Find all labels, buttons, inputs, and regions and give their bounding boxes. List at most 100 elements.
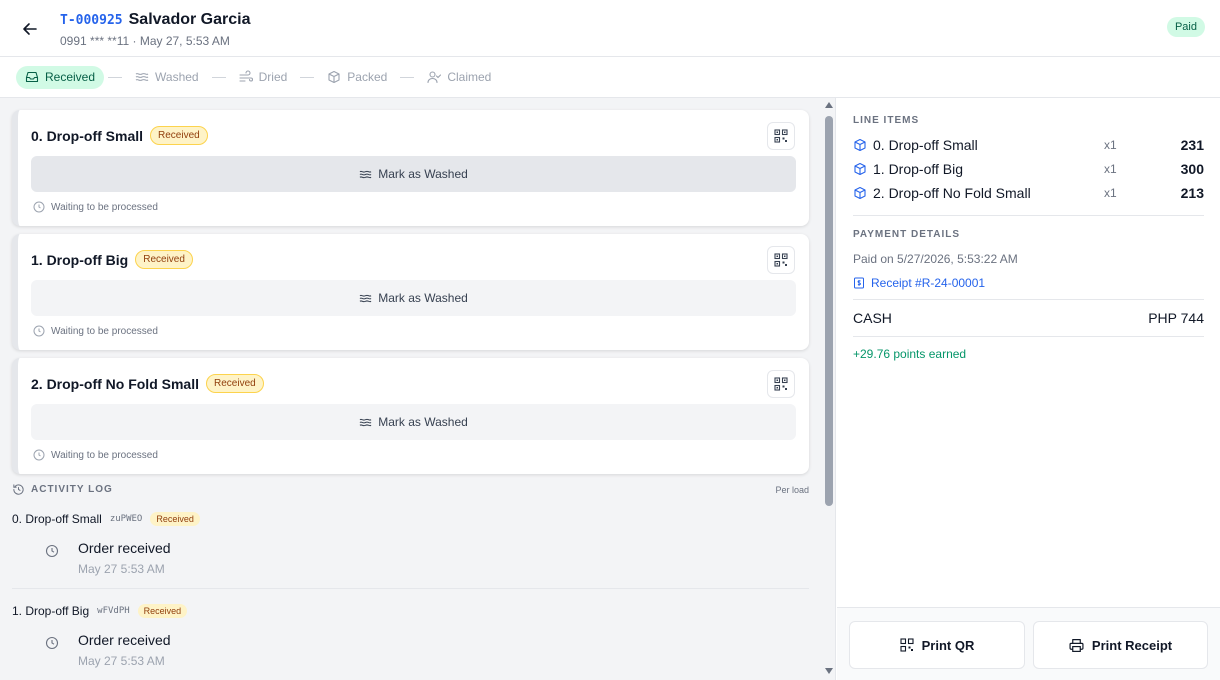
step-dried: Dried [230,66,297,89]
load-name: 1. Drop-off Big [31,251,129,268]
waves-icon [359,418,372,426]
line-item-name: 0. Drop-off Small [873,137,978,153]
package-icon [854,162,866,176]
button-label: Mark as Washed [378,415,468,429]
activity-group: 0. Drop-off Small zuPWEO Received Order … [12,512,809,582]
waves-icon [135,73,149,81]
log-load-code: wFVdPH [97,606,130,616]
button-label: Print Receipt [1091,637,1173,653]
log-load-code: zuPWEO [109,514,143,524]
log-entry: Order received May 27 5:53 AM [12,626,809,674]
order-subtitle: 0991 *** **11 · May 27, 5:53 AM [60,34,230,48]
load-note: Waiting to be processed [33,201,158,213]
qr-code-button[interactable] [767,370,795,398]
load-name: 0. Drop-off Small [31,127,144,144]
log-status-badge: Received [137,604,188,618]
step-claimed: Claimed [418,66,500,89]
qr-code-button[interactable] [767,246,795,274]
step-label: Washed [155,70,199,84]
user-check-icon [427,71,442,84]
clock-icon [45,636,59,650]
divider [12,588,809,589]
load-note: Waiting to be processed [33,449,158,461]
step-label: Dried [258,70,288,84]
wind-icon [239,70,253,82]
line-item: 2. Drop-off No Fold Small x1 213 [853,183,1204,203]
log-load-name: 1. Drop-off Big [12,604,90,618]
log-load-name: 0. Drop-off Small [12,512,102,526]
clock-icon [33,325,45,337]
log-status-badge: Received [150,512,200,526]
step-packed: Packed [318,66,396,89]
activity-group: 1. Drop-off Big wFVdPH Received Order re… [12,604,809,674]
payment-details-title: PAYMENT DETAILS [853,229,961,240]
page-title: T-000925 Salvador Garcia [60,11,250,29]
line-item-price: 231 [1180,137,1204,153]
customer-name: Salvador Garcia [128,11,251,28]
clock-icon [45,544,59,558]
waves-icon [359,170,372,178]
receipt-link-text: Receipt #R-24-00001 [871,276,986,290]
mark-as-washed-button[interactable]: Mark as Washed [31,280,796,316]
step-label: Packed [347,70,388,84]
order-summary-pane: LINE ITEMS 0. Drop-off Small x1 231 1. D… [837,98,1220,680]
line-item-name: 1. Drop-off Big [873,161,964,177]
mark-as-washed-button[interactable]: Mark as Washed [31,404,796,440]
package-icon [854,138,866,152]
qr-code-button[interactable] [767,122,795,150]
scrollbar[interactable] [822,98,836,680]
clock-icon [33,201,45,213]
paid-on-text: Paid on 5/27/2026, 5:53:22 AM [853,252,1018,266]
load-note: Waiting to be processed [33,325,158,337]
per-load-label: Per load [775,484,809,495]
qr-code-icon [774,377,788,391]
package-icon [854,186,866,200]
action-footer: Print QR Print Receipt [837,607,1220,680]
scroll-down-arrow[interactable] [825,668,833,674]
load-card: 1. Drop-off Big Received Mark as Washed … [12,234,809,350]
line-item-qty: x1 [1104,162,1117,176]
back-arrow-icon[interactable] [18,17,42,41]
header: T-000925 Salvador Garcia 0991 *** **11 ·… [0,0,1220,57]
payment-method: CASH [853,310,892,326]
log-entry-text: Order received [78,540,171,556]
line-item-qty: x1 [1104,186,1117,200]
log-entry-time: May 27 5:53 AM [78,654,165,668]
log-entry: Order received May 27 5:53 AM [12,534,809,582]
load-name: 2. Drop-off No Fold Small [31,375,199,392]
load-status-badge: Received [206,374,264,393]
button-label: Mark as Washed [378,291,468,305]
line-item-name: 2. Drop-off No Fold Small [873,185,1031,201]
printer-icon [1069,638,1084,652]
package-icon [328,70,340,84]
payment-amount: PHP 744 [1148,310,1204,326]
clock-icon [33,449,45,461]
line-item: 1. Drop-off Big x1 300 [853,159,1204,179]
note-text: Waiting to be processed [51,325,158,337]
scroll-up-arrow[interactable] [825,102,833,108]
points-earned: +29.76 points earned [853,347,967,361]
receipt-link[interactable]: Receipt #R-24-00001 [853,276,985,290]
scroll-thumb[interactable] [825,116,833,506]
mark-as-washed-button[interactable]: Mark as Washed [31,156,796,192]
waves-icon [359,294,372,302]
load-status-badge: Received [135,250,193,269]
print-receipt-button[interactable]: Print Receipt [1033,621,1208,669]
line-items-title: LINE ITEMS [853,115,920,126]
step-received: Received [16,65,105,89]
line-item-price: 300 [1180,161,1204,177]
note-text: Waiting to be processed [51,449,158,461]
step-washed: Washed [126,66,208,89]
qr-code-icon [774,253,788,267]
button-label: Mark as Washed [378,167,468,181]
step-label: Received [45,70,96,84]
history-icon [13,484,24,495]
qr-code-icon [774,129,788,143]
print-qr-button[interactable]: Print QR [849,621,1025,669]
payment-method-row: CASH PHP 744 [853,310,1204,326]
button-label: Print QR [921,637,975,653]
log-entry-time: May 27 5:53 AM [78,562,165,576]
status-stepper: Received Washed Dried Packed Claimed [0,57,1220,98]
note-text: Waiting to be processed [51,201,158,213]
qr-code-icon [900,638,914,652]
